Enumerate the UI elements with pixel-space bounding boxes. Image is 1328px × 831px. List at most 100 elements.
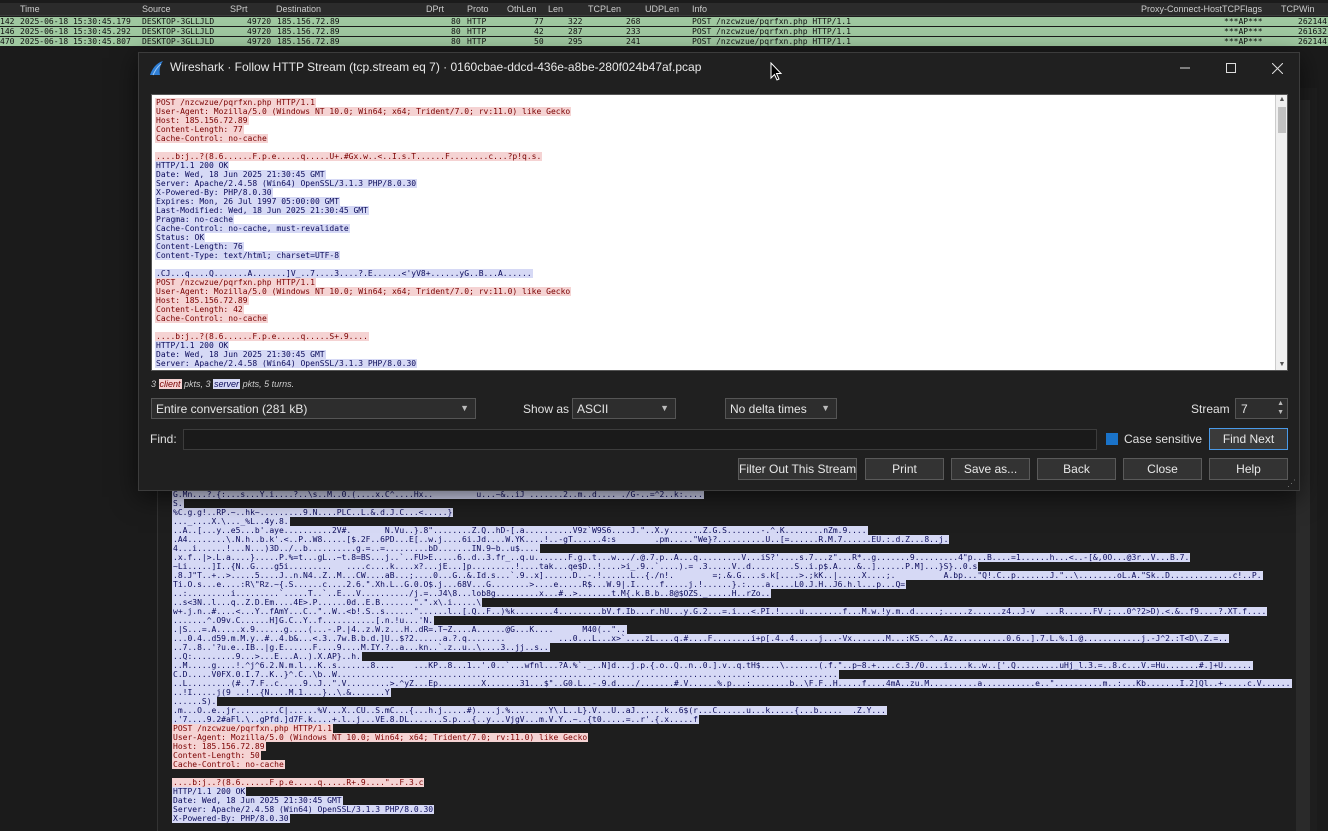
spin-up-icon[interactable]: ▲ bbox=[1277, 400, 1284, 407]
case-sensitive-checkbox[interactable] bbox=[1106, 433, 1118, 445]
show-as-select[interactable]: ASCII ▼ bbox=[572, 398, 676, 419]
minimize-button[interactable] bbox=[1162, 53, 1208, 83]
summary-server-tag: server bbox=[213, 379, 241, 389]
stream-line: POST /nzcwzue/pqrfxn.php HTTP/1.1 bbox=[172, 724, 1292, 733]
packet-cell-sprt: 49720 bbox=[247, 37, 272, 46]
server-text: 4...i......!...N...)3D../..b..........g.… bbox=[172, 544, 541, 553]
maximize-button[interactable] bbox=[1208, 53, 1254, 83]
conversation-select[interactable]: Entire conversation (281 kB) ▼ bbox=[151, 398, 476, 419]
col-sprt[interactable]: SPrt bbox=[230, 4, 248, 14]
packet-cell-time: 2025-06-18 15:30:45.292 bbox=[20, 27, 131, 36]
back-button[interactable]: Back bbox=[1037, 458, 1116, 480]
print-button[interactable]: Print bbox=[865, 458, 944, 480]
server-text: Pragma: no-cache bbox=[155, 215, 235, 224]
server-text: ...0.4..d59.m.M.y..#..4.b&...<.3..7w.B.b… bbox=[172, 634, 1229, 643]
packet-cell-tcplen: 268 bbox=[626, 17, 641, 26]
scroll-up-icon[interactable]: ▲ bbox=[1278, 96, 1286, 104]
packet-cell-flags: ***AP*** bbox=[1224, 37, 1263, 46]
packet-cell-info: POST /nzcwzue/pqrfxn.php HTTP/1.1 bbox=[692, 37, 851, 46]
packet-cell-len: 287 bbox=[568, 27, 583, 36]
stream-line: Server: Apache/2.4.58 (Win64) OpenSSL/3.… bbox=[172, 805, 1292, 814]
summary-prefix: 3 bbox=[151, 379, 159, 389]
scroll-down-icon[interactable]: ▼ bbox=[1278, 361, 1286, 369]
server-text: w+.j.n..#....<...Y..fAmY...C.."..W..<b!.… bbox=[172, 607, 1268, 616]
packet-row[interactable]: 146 2025-06-18 15:30:45.292 DESKTOP-3GLLJL… bbox=[0, 27, 1328, 36]
packet-cell-time: 2025-06-18 15:30:45.807 bbox=[20, 37, 131, 46]
scroll-thumb[interactable] bbox=[1278, 107, 1286, 133]
packet-cell-flags: ***AP*** bbox=[1224, 27, 1263, 36]
client-text: ....b:j..?(8.6......F.p.e.....q.....U+.#… bbox=[155, 152, 543, 161]
dialog-title: Wireshark · Follow HTTP Stream (tcp.stre… bbox=[170, 60, 702, 74]
server-text: Content-Length: 76 bbox=[155, 242, 244, 251]
stream-line bbox=[155, 323, 571, 332]
help-button[interactable]: Help bbox=[1209, 458, 1288, 480]
packet-row[interactable]: 470 2025-06-18 15:30:45.807 DESKTOP-3GLLJL… bbox=[0, 37, 1328, 46]
packet-row[interactable]: 142 2025-06-18 15:30:45.179 DESKTOP-3GLLJL… bbox=[0, 17, 1328, 26]
stream-line: ..L.........(#..7.F..c.....9..J..".V....… bbox=[172, 679, 1292, 688]
stream-line: Ti.O.s...e....:R\"Rz.~{.S......c....2.6.… bbox=[172, 580, 1292, 589]
stream-line: 4...i......!...N...)3D../..b..........g.… bbox=[172, 544, 1292, 553]
server-text: .A4........\.N.h..b.k'.<..P..W8.....[$.2… bbox=[172, 535, 950, 544]
server-text: .m...O..e..jr.........C|......%V...X..CU… bbox=[172, 706, 887, 715]
col-dprt[interactable]: DPrt bbox=[426, 4, 444, 14]
server-text: ..:.........i.........`.....T..`..E...V.… bbox=[172, 589, 772, 598]
col-tcpflags[interactable]: TCPFlags bbox=[1222, 4, 1262, 14]
stream-number-spinbox[interactable]: 7 ▲ ▼ bbox=[1235, 398, 1288, 419]
packet-cell-dest: 185.156.72.89 bbox=[277, 27, 340, 36]
client-text: ....b:j..?(8.6......F.p.e.....q.....R+.9… bbox=[172, 778, 425, 787]
stream-line bbox=[155, 260, 571, 269]
dialog-titlebar[interactable]: Wireshark · Follow HTTP Stream (tcp.stre… bbox=[139, 53, 1299, 83]
col-info[interactable]: Info bbox=[692, 4, 707, 14]
stream-line: Last-Modified: Wed, 18 Jun 2025 21:30:45… bbox=[155, 206, 571, 215]
packet-cell-no: 470 bbox=[0, 37, 15, 46]
packet-cell-othlen: 42 bbox=[534, 27, 544, 36]
packet-cell-no: 146 bbox=[0, 27, 15, 36]
stream-line: S. bbox=[172, 499, 1292, 508]
find-next-button[interactable]: Find Next bbox=[1209, 428, 1288, 450]
stream-summary: 3 client pkts, 3 server pkts, 5 turns. bbox=[151, 379, 294, 389]
stream-label: Stream bbox=[1191, 402, 1230, 416]
col-proto[interactable]: Proto bbox=[467, 4, 489, 14]
server-text: Server: Apache/2.4.58 (Win64) OpenSSL/3.… bbox=[172, 805, 435, 814]
show-as-value: ASCII bbox=[577, 402, 609, 416]
close-window-button[interactable] bbox=[1254, 53, 1300, 83]
wireshark-fin-icon bbox=[150, 61, 163, 76]
stream-line: .'7....9.2#aFl.\..gPfd.]d7F.k....+.l..j.… bbox=[172, 715, 1292, 724]
stream-line: ..A..[...y..e5...b'.aye..........2V#. N.… bbox=[172, 526, 1292, 535]
col-source[interactable]: Source bbox=[142, 4, 171, 14]
save-as-button[interactable]: Save as... bbox=[951, 458, 1030, 480]
server-text: X-Powered-By: PHP/8.0.30 bbox=[155, 188, 273, 197]
stream-line: POST /nzcwzue/pqrfxn.php HTTP/1.1 bbox=[155, 278, 571, 287]
col-tcpwin[interactable]: TCPWin bbox=[1281, 4, 1315, 14]
col-udplen[interactable]: UDPLen bbox=[645, 4, 679, 14]
stream-line: .8.J"T..+..>.....5....J..n.N4..Z..M...CW… bbox=[172, 571, 1292, 580]
col-len[interactable]: Len bbox=[548, 4, 563, 14]
server-text: Server: Apache/2.4.58 (Win64) OpenSSL/3.… bbox=[155, 179, 418, 188]
packet-cell-dest: 185.156.72.89 bbox=[277, 17, 340, 26]
background-stream-text: G.Mn...?.{:...s...Y.i....?..\s..M..0.(..… bbox=[172, 490, 1292, 823]
packet-cell-source: DESKTOP-3GLLJLD bbox=[142, 37, 215, 46]
stream-line: Host: 185.156.72.89 bbox=[172, 742, 1292, 751]
stream-line: Content-Type: text/html; charset=UTF-8 bbox=[155, 251, 571, 260]
close-button[interactable]: Close bbox=[1123, 458, 1202, 480]
col-destination[interactable]: Destination bbox=[276, 4, 321, 14]
stream-line: X-Powered-By: PHP/8.0.30 bbox=[155, 188, 571, 197]
col-time[interactable]: Time bbox=[20, 4, 40, 14]
resize-grip-icon[interactable]: ⋰ bbox=[1287, 478, 1297, 488]
spin-down-icon[interactable]: ▼ bbox=[1277, 409, 1284, 416]
stream-content-view[interactable]: POST /nzcwzue/pqrfxn.php HTTP/1.1 User-Ag… bbox=[151, 94, 1288, 371]
packet-list-header: Time Source SPrt Destination DPrt Proto … bbox=[0, 3, 1328, 16]
find-label: Find: bbox=[150, 432, 177, 446]
find-input[interactable] bbox=[183, 429, 1097, 450]
packet-cell-proto: HTTP bbox=[467, 27, 487, 36]
server-text: ..Q:.........9...>...E...A..).X.AP}..h. bbox=[172, 652, 362, 661]
server-text: .CJ...q....Q.......A.......]V_..7....3..… bbox=[155, 269, 533, 278]
minimize-icon bbox=[1180, 67, 1190, 69]
stream-scrollbar[interactable]: ▲ ▼ bbox=[1275, 95, 1287, 370]
delta-times-select[interactable]: No delta times ▼ bbox=[725, 398, 837, 419]
col-othlen[interactable]: OthLen bbox=[507, 4, 537, 14]
filter-out-stream-button[interactable]: Filter Out This Stream bbox=[738, 458, 857, 480]
col-tcplen[interactable]: TCPLen bbox=[588, 4, 621, 14]
col-proxy-connect-host[interactable]: Proxy-Connect-Host bbox=[1141, 4, 1222, 14]
client-text: Host: 185.156.72.89 bbox=[155, 296, 249, 305]
